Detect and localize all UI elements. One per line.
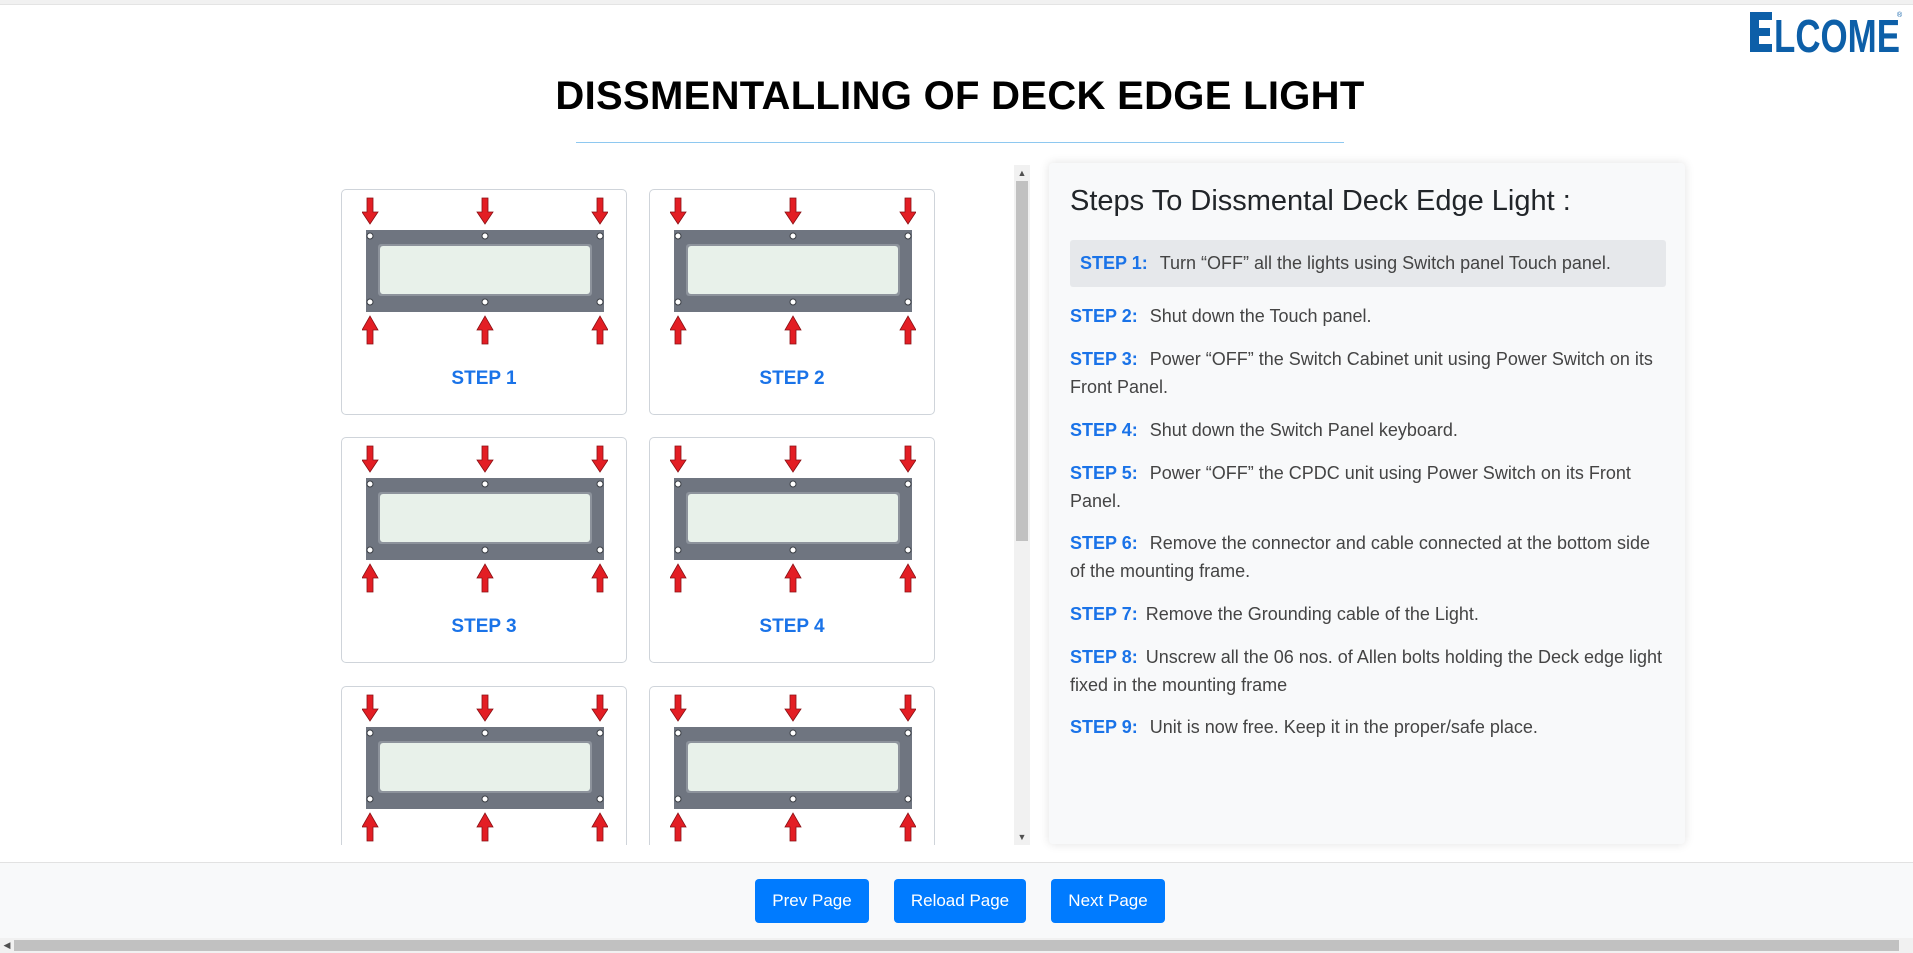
deck-edge-light-image <box>670 445 916 593</box>
step-card-4[interactable]: STEP 4 <box>649 437 935 663</box>
steps-heading: Steps To Dissmental Deck Edge Light : <box>1070 185 1571 217</box>
step-label: STEP 8: <box>1070 647 1138 667</box>
step-card-label: STEP 4 <box>759 616 825 637</box>
steps-panel: Steps To Dissmental Deck Edge Light : ST… <box>1049 163 1685 844</box>
step-text: Shut down the Switch Panel keyboard. <box>1149 420 1458 440</box>
step-item-2[interactable]: STEP 2: Shut down the Touch panel. <box>1070 302 1666 330</box>
deck-edge-light-image <box>362 197 608 345</box>
step-text: Remove the Grounding cable of the Light. <box>1145 604 1479 624</box>
step-card-5[interactable] <box>341 686 627 845</box>
step-text: Shut down the Touch panel. <box>1149 306 1372 326</box>
page-title: DISSMENTALLING OF DECK EDGE LIGHT <box>555 74 1365 118</box>
scrollbar-thumb[interactable] <box>1016 181 1028 541</box>
step-text: Unscrew all the 06 nos. of Allen bolts h… <box>1070 647 1663 695</box>
step-item-5[interactable]: STEP 5: Power “OFF” the CPDC unit using P… <box>1070 459 1666 515</box>
elcome-logo: LCOME ® <box>1750 10 1903 56</box>
scroll-up-arrow-icon[interactable]: ▲ <box>1014 165 1030 181</box>
step-card-1[interactable]: STEP 1 <box>341 189 627 415</box>
step-label: STEP 7: <box>1070 604 1138 624</box>
next-page-button[interactable]: Next Page <box>1051 879 1165 923</box>
gallery-scrollbar[interactable]: ▲ ▼ <box>1014 165 1030 845</box>
deck-edge-light-image <box>670 197 916 345</box>
step-card-label: STEP 3 <box>451 616 517 637</box>
step-card-6[interactable] <box>649 686 935 845</box>
step-item-4[interactable]: STEP 4: Shut down the Switch Panel keyboa… <box>1070 416 1666 444</box>
step-text: Turn “OFF” all the lights using Switch p… <box>1159 253 1611 273</box>
step-text: Remove the connector and cable connected… <box>1070 533 1651 581</box>
step-item-7[interactable]: STEP 7: Remove the Grounding cable of the… <box>1070 600 1666 628</box>
step-item-6[interactable]: STEP 6: Remove the connector and cable co… <box>1070 529 1666 585</box>
step-item-1[interactable]: STEP 1: Turn “OFF” all the lights using S… <box>1070 240 1666 287</box>
step-card-label: STEP 2 <box>759 368 825 389</box>
deck-edge-light-image <box>670 694 916 842</box>
deck-edge-light-image <box>362 445 608 593</box>
step-label: STEP 6: <box>1070 533 1138 553</box>
horizontal-scrollbar-thumb[interactable] <box>14 940 1899 951</box>
step-gallery[interactable]: STEP 1 STEP 2 STEP 3 STEP 4 <box>330 165 1031 845</box>
step-item-3[interactable]: STEP 3: Power “OFF” the Switch Cabinet un… <box>1070 345 1666 401</box>
horizontal-scrollbar[interactable]: ◀ <box>0 938 1913 953</box>
step-text: Unit is now free. Keep it in the proper/… <box>1149 717 1538 737</box>
svg-text:®: ® <box>1897 11 1903 19</box>
step-label: STEP 9: <box>1070 717 1138 737</box>
reload-page-button[interactable]: Reload Page <box>894 879 1026 923</box>
step-item-8[interactable]: STEP 8: Unscrew all the 06 nos. of Allen … <box>1070 643 1666 699</box>
step-card-2[interactable]: STEP 2 <box>649 189 935 415</box>
step-item-9[interactable]: STEP 9: Unit is now free. Keep it in the … <box>1070 713 1666 741</box>
step-label: STEP 3: <box>1070 349 1138 369</box>
scroll-down-arrow-icon[interactable]: ▼ <box>1014 829 1030 845</box>
step-label: STEP 2: <box>1070 306 1138 326</box>
step-text: Power “OFF” the Switch Cabinet unit usin… <box>1070 349 1653 397</box>
title-divider <box>576 142 1344 143</box>
step-card-label: STEP 1 <box>451 368 517 389</box>
prev-page-button[interactable]: Prev Page <box>755 879 869 923</box>
deck-edge-light-image <box>362 694 608 842</box>
top-border <box>0 0 1913 5</box>
step-text: Power “OFF” the CPDC unit using Power Sw… <box>1070 463 1631 511</box>
footer-nav: Prev Page Reload Page Next Page <box>0 862 1913 939</box>
svg-text:LCOME: LCOME <box>1774 10 1900 56</box>
step-label: STEP 4: <box>1070 420 1138 440</box>
step-card-3[interactable]: STEP 3 <box>341 437 627 663</box>
step-label: STEP 5: <box>1070 463 1138 483</box>
step-label: STEP 1: <box>1080 253 1148 273</box>
scroll-left-arrow-icon[interactable]: ◀ <box>0 938 14 953</box>
